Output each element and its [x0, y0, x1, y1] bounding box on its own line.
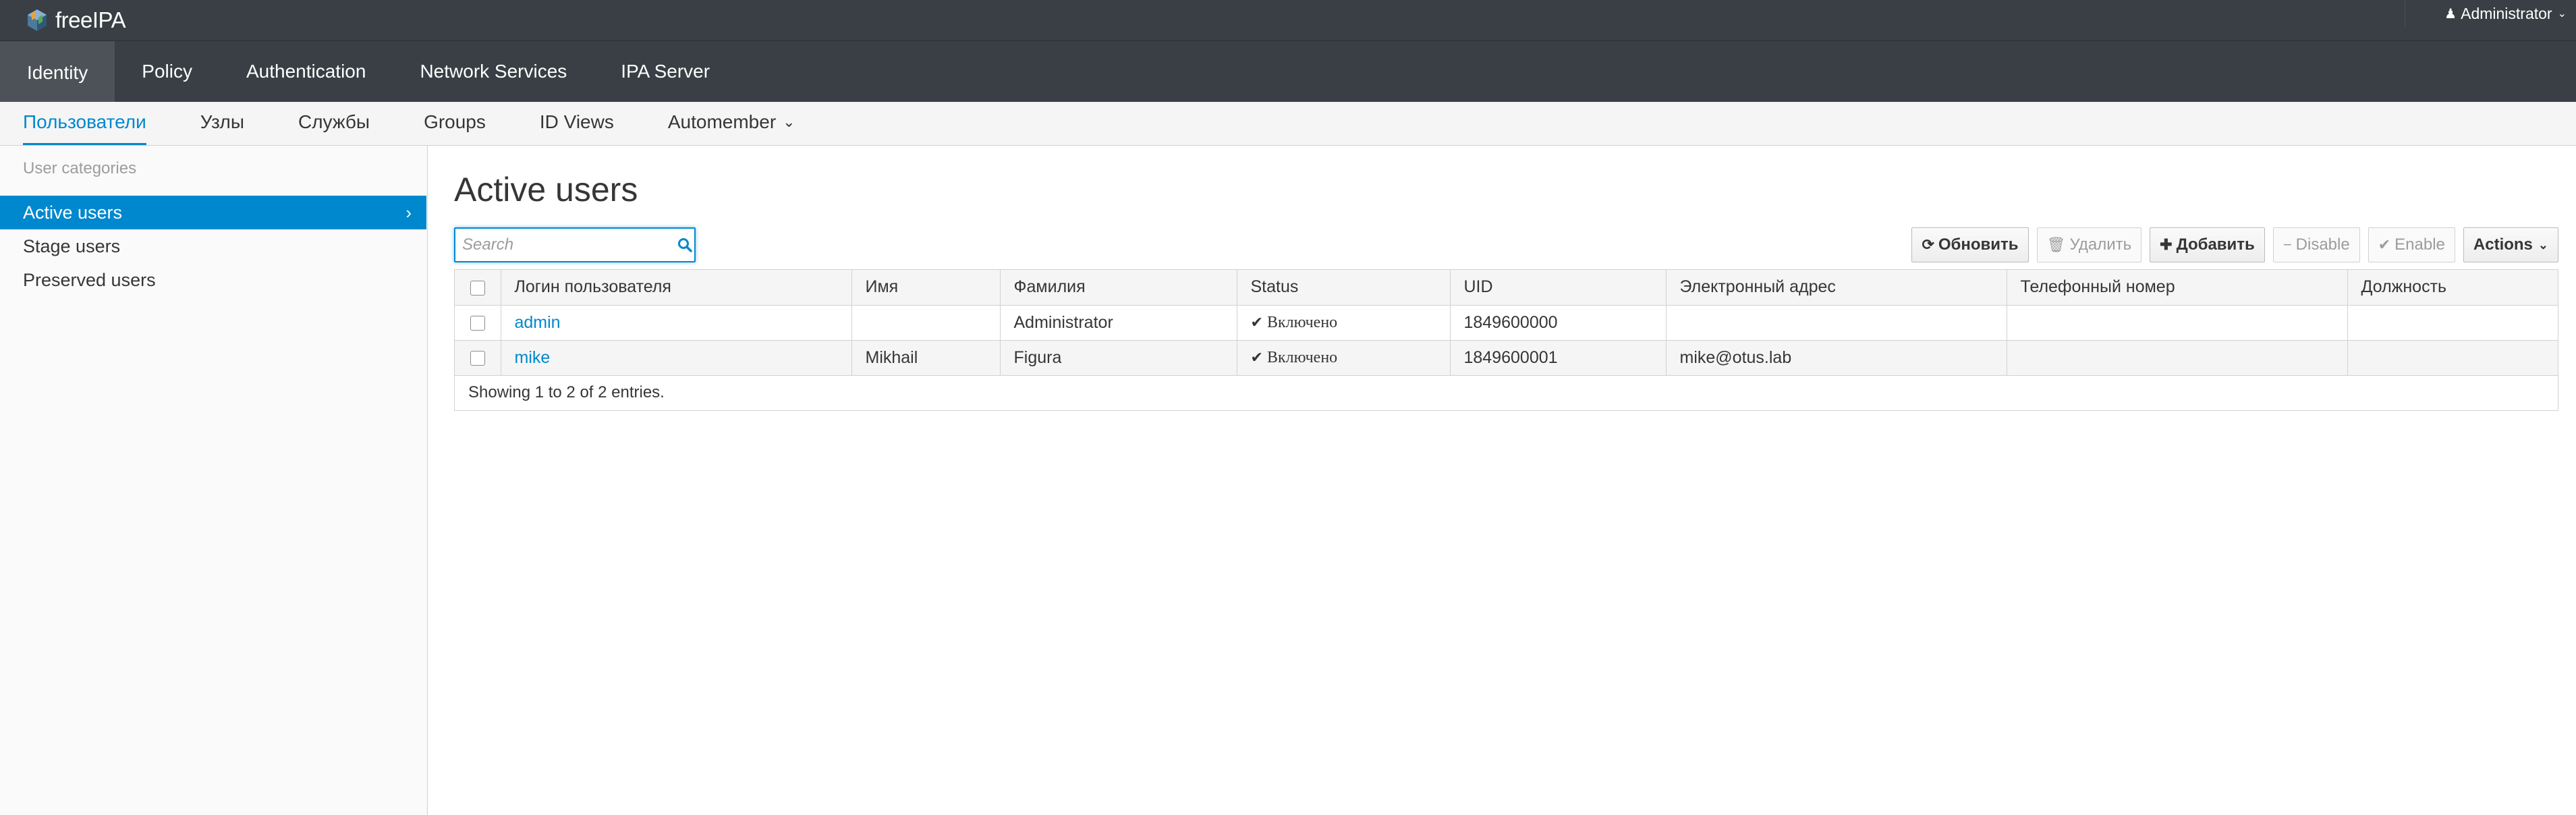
users-table: Логин пользователя Имя Фамилия Status UI… [454, 269, 2558, 411]
row-select-cell [455, 305, 501, 341]
column-header-email[interactable]: Электронный адрес [1666, 270, 2007, 306]
delete-button[interactable]: 🗑 Удалить [2036, 227, 2142, 262]
disable-button[interactable]: − Disable [2272, 227, 2360, 262]
column-header-first-name[interactable]: Имя [851, 270, 1001, 306]
sidebar-item-stage-users[interactable]: Stage users [0, 229, 426, 263]
secondary-nav: Пользователи Узлы Службы Groups ID Views… [0, 102, 2576, 146]
cell-email: mike@otus.lab [1666, 340, 2007, 376]
search-box [454, 227, 696, 262]
subnav-hosts[interactable]: Узлы [200, 101, 244, 145]
cell-uid: 1849600000 [1450, 305, 1667, 341]
cell-status: ✔ Включено [1237, 305, 1451, 341]
cell-phone [2007, 305, 2348, 341]
chevron-right-icon: › [405, 202, 412, 223]
actions-dropdown[interactable]: Actions ⌄ [2463, 227, 2558, 262]
user-link-admin[interactable]: admin [515, 313, 561, 332]
sidebar-item-active-users[interactable]: Active users › [0, 196, 426, 229]
subnav-automember-label: Automember [667, 111, 777, 132]
main-content: Active users ⟳ Обновить 🗑 Удалить ✚ Доба… [428, 146, 2576, 815]
refresh-label: Обновить [1938, 235, 2019, 254]
primary-nav: Identity Policy Authentication Network S… [0, 41, 2576, 102]
nav-identity[interactable]: Identity [0, 41, 115, 102]
user-link-mike[interactable]: mike [515, 348, 551, 367]
check-icon: ✔ [1250, 314, 1263, 331]
sidebar-item-label: Active users [23, 202, 123, 223]
cell-phone [2007, 340, 2348, 376]
row-checkbox[interactable] [470, 315, 485, 331]
disable-label: Disable [2295, 235, 2350, 254]
subnav-users[interactable]: Пользователи [23, 101, 146, 145]
column-header-login[interactable]: Логин пользователя [501, 270, 852, 306]
nav-network-services[interactable]: Network Services [393, 41, 594, 102]
refresh-button[interactable]: ⟳ Обновить [1911, 227, 2029, 262]
cell-uid: 1849600001 [1450, 340, 1667, 376]
status-text: Включено [1266, 313, 1338, 331]
sidebar-item-label: Stage users [23, 235, 121, 256]
user-icon: ♟ [2444, 6, 2457, 22]
user-menu-label: Administrator [2461, 4, 2552, 22]
add-button[interactable]: ✚ Добавить [2150, 227, 2265, 262]
table-row: admin Administrator ✔ Включено 1849600000 [455, 305, 2558, 341]
cell-job-title [2347, 305, 2558, 341]
select-all-cell [455, 270, 501, 306]
refresh-icon: ⟳ [1922, 236, 1934, 253]
nav-authentication[interactable]: Authentication [219, 41, 393, 102]
table-footer: Showing 1 to 2 of 2 entries. [455, 375, 2558, 410]
minus-icon: − [2283, 236, 2292, 253]
check-icon: ✔ [1250, 349, 1263, 366]
user-menu[interactable]: ♟ Administrator ⌄ [2405, 0, 2576, 27]
cell-login: mike [501, 340, 852, 376]
entries-summary: Showing 1 to 2 of 2 entries. [455, 375, 2558, 410]
sidebar-item-label: Preserved users [23, 269, 156, 290]
cell-login: admin [501, 305, 852, 341]
table-header-row: Логин пользователя Имя Фамилия Status UI… [455, 270, 2558, 306]
trash-icon: 🗑 [2046, 236, 2066, 253]
cell-email [1666, 305, 2007, 341]
nav-policy[interactable]: Policy [115, 41, 219, 102]
masthead: freeIPA ♟ Administrator ⌄ [0, 0, 2576, 41]
chevron-down-icon: ⌄ [2557, 8, 2567, 20]
subnav-groups[interactable]: Groups [424, 101, 486, 145]
freeipa-logo-icon [28, 9, 47, 31]
column-header-phone[interactable]: Телефонный номер [2007, 270, 2348, 306]
search-input[interactable] [455, 229, 675, 260]
sidebar-heading: User categories [23, 159, 137, 177]
row-checkbox[interactable] [470, 350, 485, 366]
enable-button[interactable]: ✔ Enable [2368, 227, 2455, 262]
cell-first-name: Mikhail [851, 340, 1001, 376]
sidebar-item-preserved-users[interactable]: Preserved users [0, 263, 426, 297]
chevron-down-icon: ⌄ [783, 113, 795, 130]
brand-name: freeIPA [55, 7, 126, 32]
cell-status: ✔ Включено [1237, 340, 1451, 376]
chevron-down-icon: ⌄ [2538, 237, 2548, 252]
subnav-id-views[interactable]: ID Views [540, 101, 614, 145]
column-header-job-title[interactable]: Должность [2347, 270, 2558, 306]
cell-first-name [851, 305, 1001, 341]
add-label: Добавить [2176, 235, 2255, 254]
table-row: mike Mikhail Figura ✔ Включено 1849600001… [455, 340, 2558, 376]
plus-icon: ✚ [2160, 236, 2173, 253]
search-button[interactable] [675, 229, 694, 260]
nav-ipa-server[interactable]: IPA Server [594, 41, 737, 102]
column-header-last-name[interactable]: Фамилия [1000, 270, 1237, 306]
select-all-checkbox[interactable] [470, 280, 485, 296]
row-select-cell [455, 340, 501, 376]
sidebar: User categories Active users › Stage use… [0, 146, 428, 815]
toolbar: ⟳ Обновить 🗑 Удалить ✚ Добавить − Disabl… [1911, 227, 2558, 262]
brand[interactable]: freeIPA [26, 4, 126, 36]
cell-job-title [2347, 340, 2558, 376]
cell-last-name: Figura [1000, 340, 1237, 376]
search-icon [677, 238, 692, 252]
column-header-status[interactable]: Status [1237, 270, 1451, 306]
status-text: Включено [1266, 348, 1338, 366]
cell-last-name: Administrator [1000, 305, 1237, 341]
actions-label: Actions [2473, 235, 2533, 254]
subnav-automember[interactable]: Automember ⌄ [668, 101, 795, 145]
page-title: Active users [454, 171, 638, 208]
column-header-uid[interactable]: UID [1450, 270, 1667, 306]
subnav-services[interactable]: Службы [298, 101, 370, 145]
delete-label: Удалить [2069, 235, 2132, 254]
enable-label: Enable [2395, 235, 2445, 254]
check-icon: ✔ [2378, 236, 2391, 253]
